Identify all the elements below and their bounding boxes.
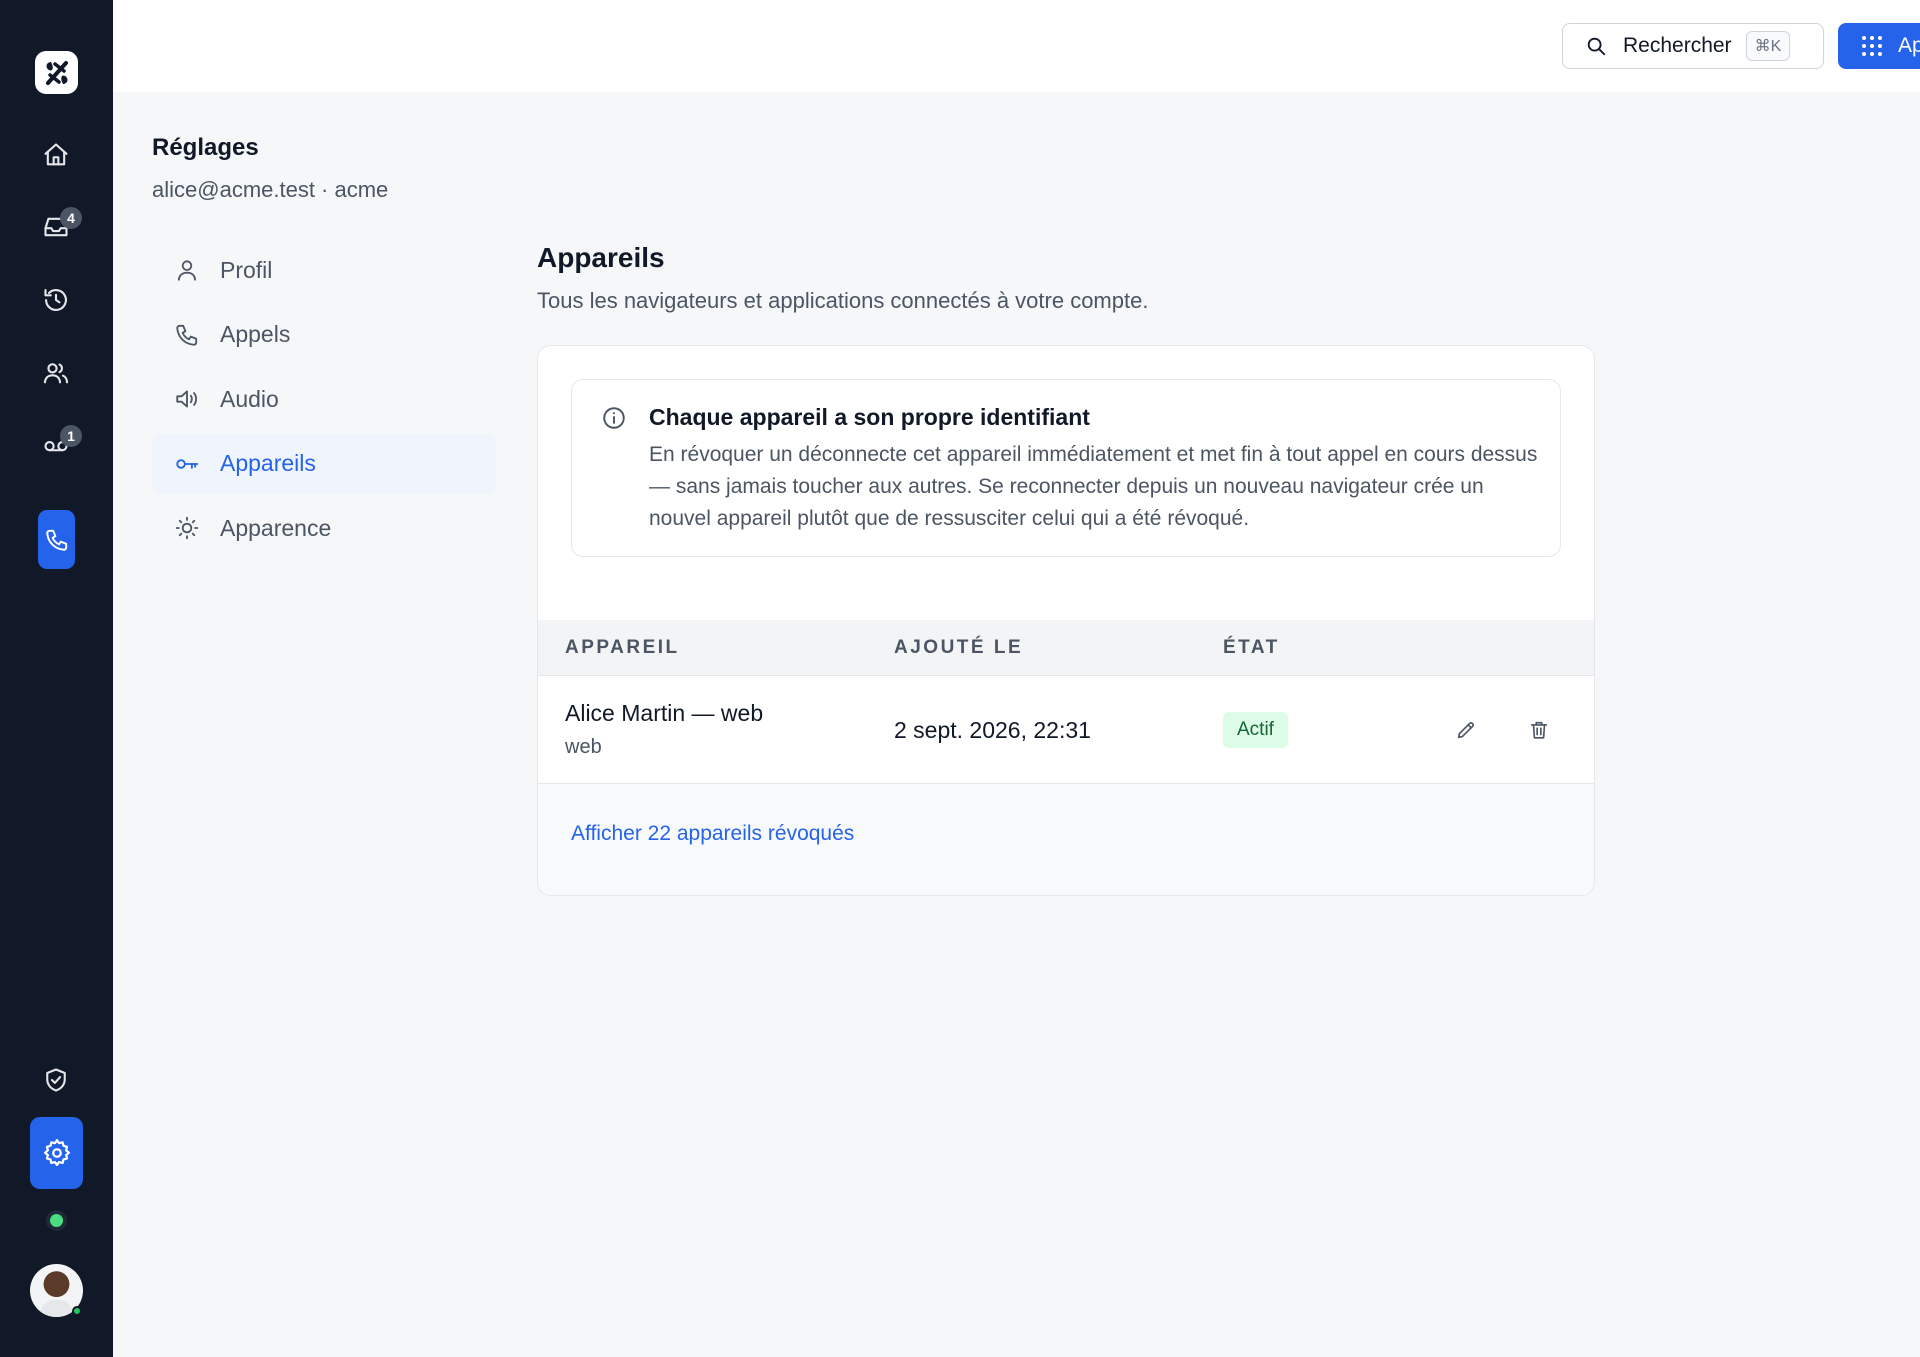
gear-icon [43,1139,70,1167]
info-body: En révoquer un déconnecte cet appareil i… [649,443,1538,530]
section-subtitle: Tous les navigateurs et applications con… [537,288,1149,313]
call-label: Appeler [1898,34,1920,57]
table-footer: Afficher 22 appareils révoqués [538,784,1594,895]
status-badge: Actif [1223,712,1288,748]
rail-history-button[interactable] [27,271,85,329]
home-icon [44,143,68,166]
voicemail-badge: 1 [60,425,82,447]
search-button[interactable]: Rechercher ⌘K [1562,23,1824,69]
inbox-badge: 4 [60,207,82,229]
rail-settings-button[interactable] [30,1117,83,1189]
revoke-device-button[interactable] [1525,716,1553,744]
rename-device-button[interactable] [1452,716,1480,744]
rail-voicemail-button[interactable]: 1 [27,416,85,474]
info-icon [601,405,627,431]
settings-nav-label: Audio [220,385,279,412]
search-icon [1587,37,1606,56]
call-button[interactable]: Appeler [1838,23,1920,69]
column-header-device: APPAREIL [565,637,680,658]
pencil-icon [1457,722,1474,739]
search-shortcut: ⌘K [1745,31,1791,61]
table-header: APPAREIL AJOUTÉ LE ÉTAT [538,620,1594,676]
device-type: web [565,736,602,758]
settings-nav: Profil Appels Audio Appareils Apparence [152,240,496,563]
settings-nav-label: Appareils [220,450,316,476]
rail-inbox-button[interactable]: 4 [27,198,85,256]
history-icon [44,289,67,311]
settings-nav-audio[interactable]: Audio [152,369,496,429]
settings-account: alice@acme.test · acme [152,177,389,202]
show-revoked-devices-link[interactable]: Afficher 22 appareils révoqués [571,822,854,846]
settings-nav-apparence[interactable]: Apparence [152,498,496,558]
shield-check-icon [46,1068,66,1092]
rail-contacts-button[interactable] [27,344,85,402]
sun-icon [175,516,199,540]
rail-home-button[interactable] [27,126,85,184]
user-icon [177,260,197,281]
users-icon [43,363,69,384]
settings-nav-appareils[interactable]: Appareils [152,433,496,494]
column-header-added: AJOUTÉ LE [894,637,1024,658]
device-added-date: 2 sept. 2026, 22:31 [894,717,1091,743]
device-name: Alice Martin — web [565,700,764,726]
info-callout: Chaque appareil a son propre identifiant… [571,379,1561,557]
search-label: Rechercher [1623,34,1732,57]
dialpad-icon [1862,36,1882,56]
settings-nav-label: Apparence [220,514,332,541]
trash-icon [1530,721,1548,739]
phone-icon [176,324,198,346]
rail-security-button[interactable] [27,1051,85,1109]
settings-nav-profil[interactable]: Profil [152,240,496,300]
devices-card: Chaque appareil a son propre identifiant… [537,345,1595,896]
settings-nav-appels[interactable]: Appels [152,305,496,365]
phone-icon [45,529,67,551]
settings-nav-label: Profil [220,256,273,283]
speaker-icon [176,390,197,408]
app-rail: 4 1 [0,0,113,1357]
info-title: Chaque appareil a son propre identifiant [649,404,1090,430]
presence-status-dot[interactable] [50,1214,63,1227]
avatar-online-indicator [72,1306,82,1316]
column-header-status: ÉTAT [1223,637,1280,658]
table-row: Alice Martin — web web 2 sept. 2026, 22:… [538,676,1594,784]
settings-nav-label: Appels [220,321,291,347]
settings-title: Réglages [152,134,259,161]
app-logo-icon[interactable] [35,51,78,94]
section-title: Appareils [537,242,665,273]
rail-call-button[interactable] [38,510,75,569]
top-bar: Rechercher ⌘K Appeler [113,0,1920,92]
key-icon [176,458,199,469]
